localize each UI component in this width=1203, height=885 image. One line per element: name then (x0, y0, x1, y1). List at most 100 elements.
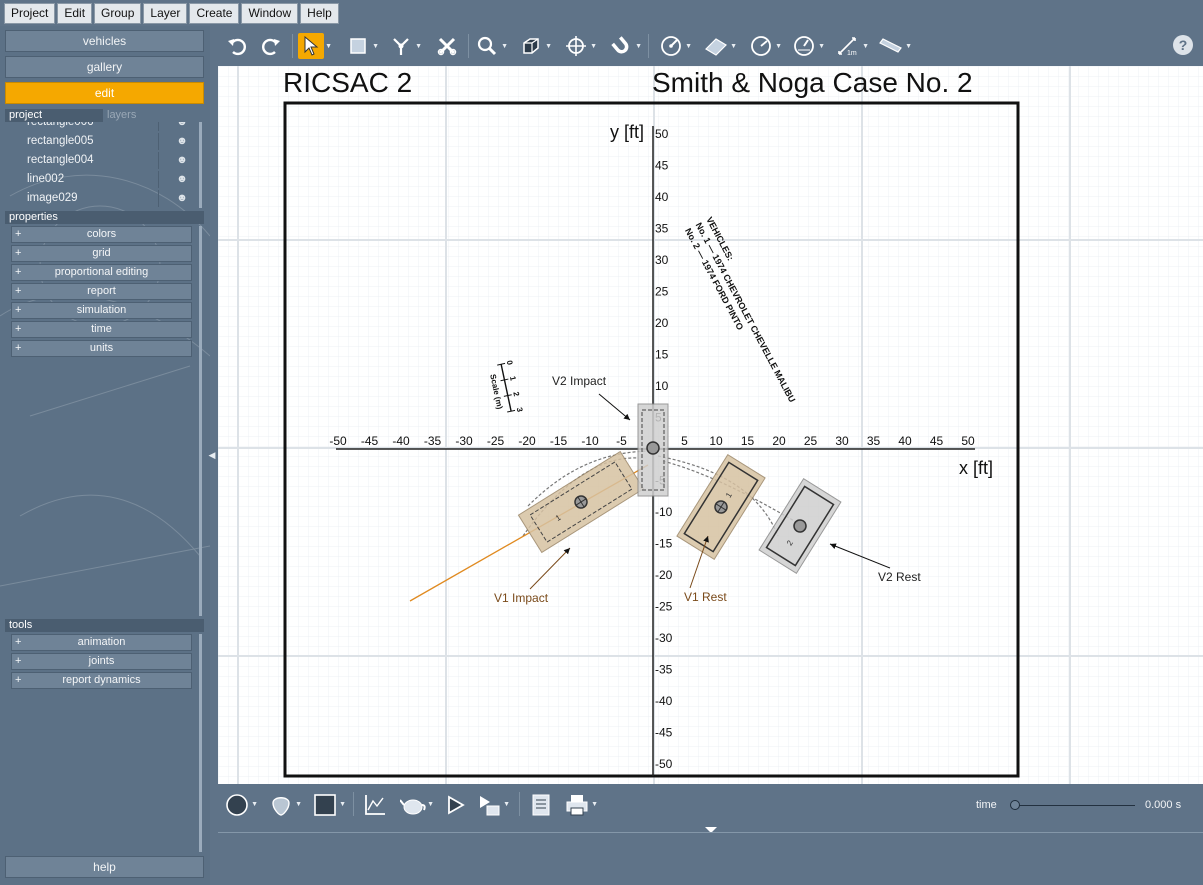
rectangle-tool-icon[interactable]: ▼ (345, 33, 379, 59)
list-item[interactable]: line002 ☻ (5, 170, 198, 189)
chevron-down-icon[interactable]: ▼ (775, 43, 782, 50)
accordion-label: proportional editing (54, 266, 149, 278)
road-icon[interactable]: ▼ (703, 33, 737, 59)
magnet-icon[interactable]: ▼ (608, 33, 642, 59)
chevron-down-icon[interactable]: ▼ (545, 43, 552, 50)
toolbar-separator (292, 34, 293, 58)
visibility-icon[interactable]: ☻ (175, 134, 189, 148)
x-tick-label: 35 (867, 434, 881, 448)
3d-box-icon[interactable]: ▼ (518, 33, 552, 59)
diagram-title-right: Smith & Noga Case No. 2 (652, 67, 973, 98)
tools-scrollbar[interactable] (199, 634, 202, 852)
accordion-animation[interactable]: + animation (11, 634, 192, 651)
visibility-icon[interactable]: ☻ (175, 153, 189, 167)
chevron-down-icon[interactable]: ▼ (415, 43, 422, 50)
chevron-down-icon[interactable]: ▼ (501, 43, 508, 50)
chevron-down-icon[interactable]: ▼ (635, 43, 642, 50)
drawing-canvas[interactable]: RICSAC 2 Smith & Noga Case No. 2 -50 -45-… (218, 66, 1203, 784)
circle-tool-icon[interactable]: ▼ (224, 792, 258, 818)
zoom-icon[interactable]: ▼ (474, 33, 508, 59)
accordion-time[interactable]: + time (11, 321, 192, 338)
list-item[interactable]: rectangle006 ☻ (5, 122, 198, 132)
x-tick-label: 50 (961, 434, 975, 448)
x-tick-label: 10 (709, 434, 723, 448)
properties-scrollbar[interactable] (199, 226, 202, 616)
tab-project[interactable]: project (5, 109, 103, 122)
report-icon[interactable] (528, 792, 554, 818)
time-slider-handle[interactable] (1010, 800, 1020, 810)
chevron-down-icon[interactable]: ▼ (295, 801, 302, 808)
accordion-units[interactable]: + units (11, 340, 192, 357)
vehicle2-impact[interactable] (637, 403, 669, 497)
menu-group[interactable]: Group (94, 2, 142, 24)
main-toolbar: ▼ ▼ ▼ ▼ ▼ ▼ ▼ ▼ ▼ ▼ ▼ 1m ▼ ▼ ? (218, 26, 1203, 66)
visibility-icon[interactable]: ☻ (175, 122, 189, 129)
vehicles-button[interactable]: vehicles (5, 30, 204, 52)
menu-layer[interactable]: Layer (143, 2, 188, 24)
square-tool-icon[interactable]: ▼ (312, 792, 346, 818)
accordion-simulation[interactable]: + simulation (11, 302, 192, 319)
scale-1m-icon[interactable]: 1m ▼ (835, 33, 869, 59)
object-list-scrollbar[interactable] (199, 122, 202, 208)
y-tick-label: 10 (655, 379, 669, 393)
teapot-icon[interactable]: ▼ (400, 792, 434, 818)
select-arrow-icon[interactable]: ▼ (298, 33, 332, 59)
chevron-down-icon[interactable]: ▼ (372, 43, 379, 50)
chevron-down-icon[interactable]: ▼ (905, 43, 912, 50)
list-item[interactable]: rectangle004 ☻ (5, 151, 198, 170)
list-item[interactable]: image029 ☻ (5, 189, 198, 208)
tab-layers[interactable]: layers (103, 109, 201, 122)
accordion-proportional-editing[interactable]: + proportional editing (11, 264, 192, 281)
chevron-down-icon[interactable]: ▼ (427, 801, 434, 808)
edit-button[interactable]: edit (5, 82, 204, 104)
accordion-report[interactable]: + report (11, 283, 192, 300)
menu-create[interactable]: Create (189, 2, 240, 24)
chevron-down-icon[interactable]: ▼ (503, 801, 510, 808)
measure-angle-icon[interactable]: ▼ (658, 33, 692, 59)
accordion-colors[interactable]: + colors (11, 226, 192, 243)
chevron-down-icon[interactable]: ▼ (730, 43, 737, 50)
undo-icon[interactable] (224, 33, 250, 59)
chevron-down-icon[interactable]: ▼ (590, 43, 597, 50)
delete-tool-icon[interactable] (434, 33, 460, 59)
blob-tool-icon[interactable]: ▼ (268, 792, 302, 818)
tape-icon[interactable]: ▼ (878, 33, 912, 59)
accordion-joints[interactable]: + joints (11, 653, 192, 670)
menu-project[interactable]: Project (4, 2, 56, 24)
scene-svg: RICSAC 2 Smith & Noga Case No. 2 -50 -45-… (218, 66, 1203, 784)
move-icon[interactable]: ▼ (563, 33, 597, 59)
protractor-icon[interactable]: ▼ (748, 33, 782, 59)
menu-window[interactable]: Window (241, 2, 299, 24)
properties-header: properties (5, 211, 204, 224)
sidebar-collapse-icon[interactable]: ◀ (207, 446, 217, 464)
redo-icon[interactable] (258, 33, 284, 59)
help-button[interactable]: help (5, 856, 204, 878)
visibility-icon[interactable]: ☻ (175, 191, 189, 205)
menu-edit[interactable]: Edit (57, 2, 93, 24)
chevron-down-icon[interactable]: ▼ (685, 43, 692, 50)
visibility-icon[interactable]: ☻ (175, 172, 189, 186)
accordion-grid[interactable]: + grid (11, 245, 192, 262)
gallery-button[interactable]: gallery (5, 56, 204, 78)
accordion-report-dynamics[interactable]: + report dynamics (11, 672, 192, 689)
graph-icon[interactable] (362, 792, 388, 818)
play-icon[interactable] (442, 792, 468, 818)
chevron-down-icon[interactable]: ▼ (251, 801, 258, 808)
chevron-down-icon[interactable]: ▼ (339, 801, 346, 808)
y-tick-label: 45 (655, 159, 669, 173)
chevron-down-icon[interactable]: ▼ (862, 43, 869, 50)
chevron-down-icon[interactable]: ▼ (591, 801, 598, 808)
x-tick-label: -15 (550, 434, 568, 448)
time-slider-track[interactable] (1011, 805, 1135, 806)
list-item[interactable]: rectangle005 ☻ (5, 132, 198, 151)
object-name: rectangle005 (27, 135, 94, 147)
menu-bar: Project Edit Group Layer Create Window H… (0, 0, 1203, 26)
chevron-down-icon[interactable]: ▼ (818, 43, 825, 50)
gauge-icon[interactable]: ▼ (791, 33, 825, 59)
menu-help[interactable]: Help (300, 2, 339, 24)
print-icon[interactable]: ▼ (564, 792, 598, 818)
joint-tool-icon[interactable]: ▼ (388, 33, 422, 59)
sequence-icon[interactable]: ▼ (476, 792, 510, 818)
chevron-down-icon[interactable]: ▼ (325, 43, 332, 50)
help-icon[interactable]: ? (1173, 35, 1193, 55)
